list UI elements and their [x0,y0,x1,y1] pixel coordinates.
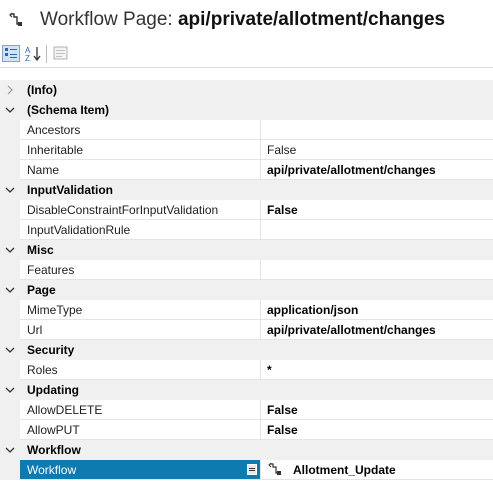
property-pages-button[interactable] [52,45,70,62]
category-info[interactable]: (Info) [0,80,493,100]
toolbar-separator [46,45,47,63]
property-row-ancestors[interactable]: Ancestors [0,120,493,140]
category-page[interactable]: Page [0,280,493,300]
property-row-roles[interactable]: Roles * [0,360,493,380]
category-updating[interactable]: Updating [0,380,493,400]
category-schema-item[interactable]: (Schema Item) [0,100,493,120]
alphabetical-button[interactable]: A Z [24,45,42,63]
property-value-inheritable: False [267,143,297,157]
dropdown-button-icon[interactable] [247,464,257,475]
category-label: Updating [27,383,79,397]
property-name: InputValidationRule [27,223,131,237]
property-row-mime-type[interactable]: MimeType application/json [0,300,493,320]
category-label: Misc [27,243,54,257]
category-label: Page [27,283,56,297]
category-label: Workflow [27,443,81,457]
property-value-features[interactable] [261,260,493,280]
page-title: Workflow Page: api/private/allotment/cha… [40,9,445,31]
chevron-down-icon[interactable] [4,284,16,296]
property-row-input-validation-rule[interactable]: InputValidationRule [0,220,493,240]
property-pages-icon [53,46,68,60]
workflow-icon [9,12,22,26]
category-misc[interactable]: Misc [0,240,493,260]
property-row-name[interactable]: Name api/private/allotment/changes [0,160,493,180]
property-name: Url [27,323,43,337]
property-name: Inheritable [27,143,84,157]
property-name: DisableConstraintForInputValidation [27,203,219,217]
property-name: Workflow [27,463,77,477]
property-grid: (Info) (Schema Item) Ancestors Inheritab… [0,80,493,480]
chevron-right-icon[interactable] [4,84,16,96]
property-row-allow-put[interactable]: AllowPUT False [0,420,493,440]
chevron-down-icon[interactable] [4,184,16,196]
alphabetical-icon: A Z [25,46,41,63]
property-name: AllowPUT [27,423,80,437]
property-value-mime-type: application/json [267,303,359,317]
category-label: (Schema Item) [27,103,110,117]
category-label: Security [27,343,75,357]
property-row-disable-constraint[interactable]: DisableConstraintForInputValidation Fals… [0,200,493,220]
property-toolbar: A Z [0,40,493,68]
category-input-validation[interactable]: InputValidation [0,180,493,200]
property-row-features[interactable]: Features [0,260,493,280]
property-value-roles: * [267,363,272,377]
chevron-down-icon[interactable] [4,444,16,456]
property-name: Roles [27,363,58,377]
property-row-allow-delete[interactable]: AllowDELETE False [0,400,493,420]
svg-text:Z: Z [25,54,30,62]
property-value-url: api/private/allotment/changes [267,323,436,337]
property-value-workflow: Allotment_Update [293,463,396,477]
chevron-down-icon[interactable] [4,244,16,256]
chevron-down-icon[interactable] [4,384,16,396]
property-value-allow-put: False [267,423,298,437]
workflow-icon [268,463,281,475]
property-value-ancestors[interactable] [261,120,493,140]
category-label: InputValidation [27,183,113,197]
panel-header: Workflow Page: api/private/allotment/cha… [0,0,493,40]
category-workflow[interactable]: Workflow [0,440,493,460]
property-value-allow-delete: False [267,403,298,417]
property-name: MimeType [27,303,83,317]
property-row-url[interactable]: Url api/private/allotment/changes [0,320,493,340]
categorized-button[interactable] [2,45,20,62]
property-row-inheritable[interactable]: Inheritable False [0,140,493,160]
property-name: Ancestors [27,123,81,137]
property-name: AllowDELETE [27,403,103,417]
category-label: (Info) [27,83,57,97]
chevron-down-icon[interactable] [4,104,16,116]
property-value-name: api/private/allotment/changes [267,163,436,177]
property-name: Features [27,263,75,277]
property-value-disable-constraint: False [267,203,298,217]
category-security[interactable]: Security [0,340,493,360]
categorized-icon [5,48,17,58]
property-name: Name [27,163,60,177]
property-value-input-validation-rule[interactable] [261,220,493,240]
property-row-workflow[interactable]: Workflow Allotment_Update [0,460,493,480]
title-name: api/private/allotment/changes [177,9,446,30]
chevron-down-icon[interactable] [4,344,16,356]
title-prefix: Workflow Page: [40,9,173,30]
